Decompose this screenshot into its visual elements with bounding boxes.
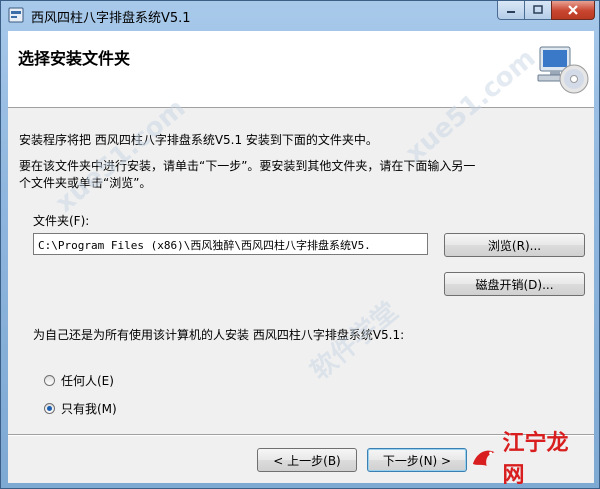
radio-everyone[interactable]: 任何人(E) [44,372,114,389]
folder-path-input[interactable]: C:\Program Files (x86)\西风独醉\西风四柱八字排盘系统V5… [33,233,428,255]
instruction-text-line1: 要在该文件夹中进行安装，请单击“下一步”。要安装到其他文件夹，请在下面输入另一 [19,159,476,173]
minimize-icon [507,11,515,13]
page-title: 选择安装文件夹 [18,49,131,68]
install-location-text: 安装程序将把 西风四柱八字排盘系统V5.1 安装到下面的文件夹中。 [19,133,378,147]
radio-everyone-button[interactable] [44,375,55,386]
next-button[interactable]: 下一步(N) > [367,448,467,472]
folder-label: 文件夹(F): [33,214,90,228]
radio-just-me[interactable]: 只有我(M) [44,400,117,417]
minimize-button[interactable] [497,1,525,20]
maximize-icon [533,5,543,14]
maximize-button[interactable] [524,1,552,20]
browse-button[interactable]: 浏览(R)... [444,233,585,257]
instruction-text-line2: 个文件夹或单击“浏览”。 [19,176,152,190]
title-bar[interactable]: 西风四柱八字排盘系统V5.1 [1,1,600,31]
install-for-label: 为自己还是为所有使用该计算机的人安装 西风四柱八字排盘系统V5.1: [33,328,405,342]
radio-just-me-button[interactable] [44,403,55,414]
back-button[interactable]: < 上一步(B) [257,448,357,472]
site-logo: 江宁龙网 [469,431,589,488]
radio-just-me-label: 只有我(M) [61,402,117,416]
close-button[interactable] [551,1,595,20]
dialog-header: 选择安装文件夹 [8,31,594,108]
close-icon [568,5,578,15]
window-title: 西风四柱八字排盘系统V5.1 [31,11,191,26]
installer-app-icon [8,7,24,23]
dragon-logo-icon [472,450,495,466]
disk-cost-button[interactable]: 磁盘开销(D)... [444,272,585,296]
logo-text: 江宁龙网 [502,431,569,488]
radio-everyone-label: 任何人(E) [61,374,114,388]
installer-window: 西风四柱八字排盘系统V5.1 选择安装文件夹 安装程序将把 西风四柱八字排盘系统… [0,0,600,489]
computer-disc-icon [537,46,589,94]
